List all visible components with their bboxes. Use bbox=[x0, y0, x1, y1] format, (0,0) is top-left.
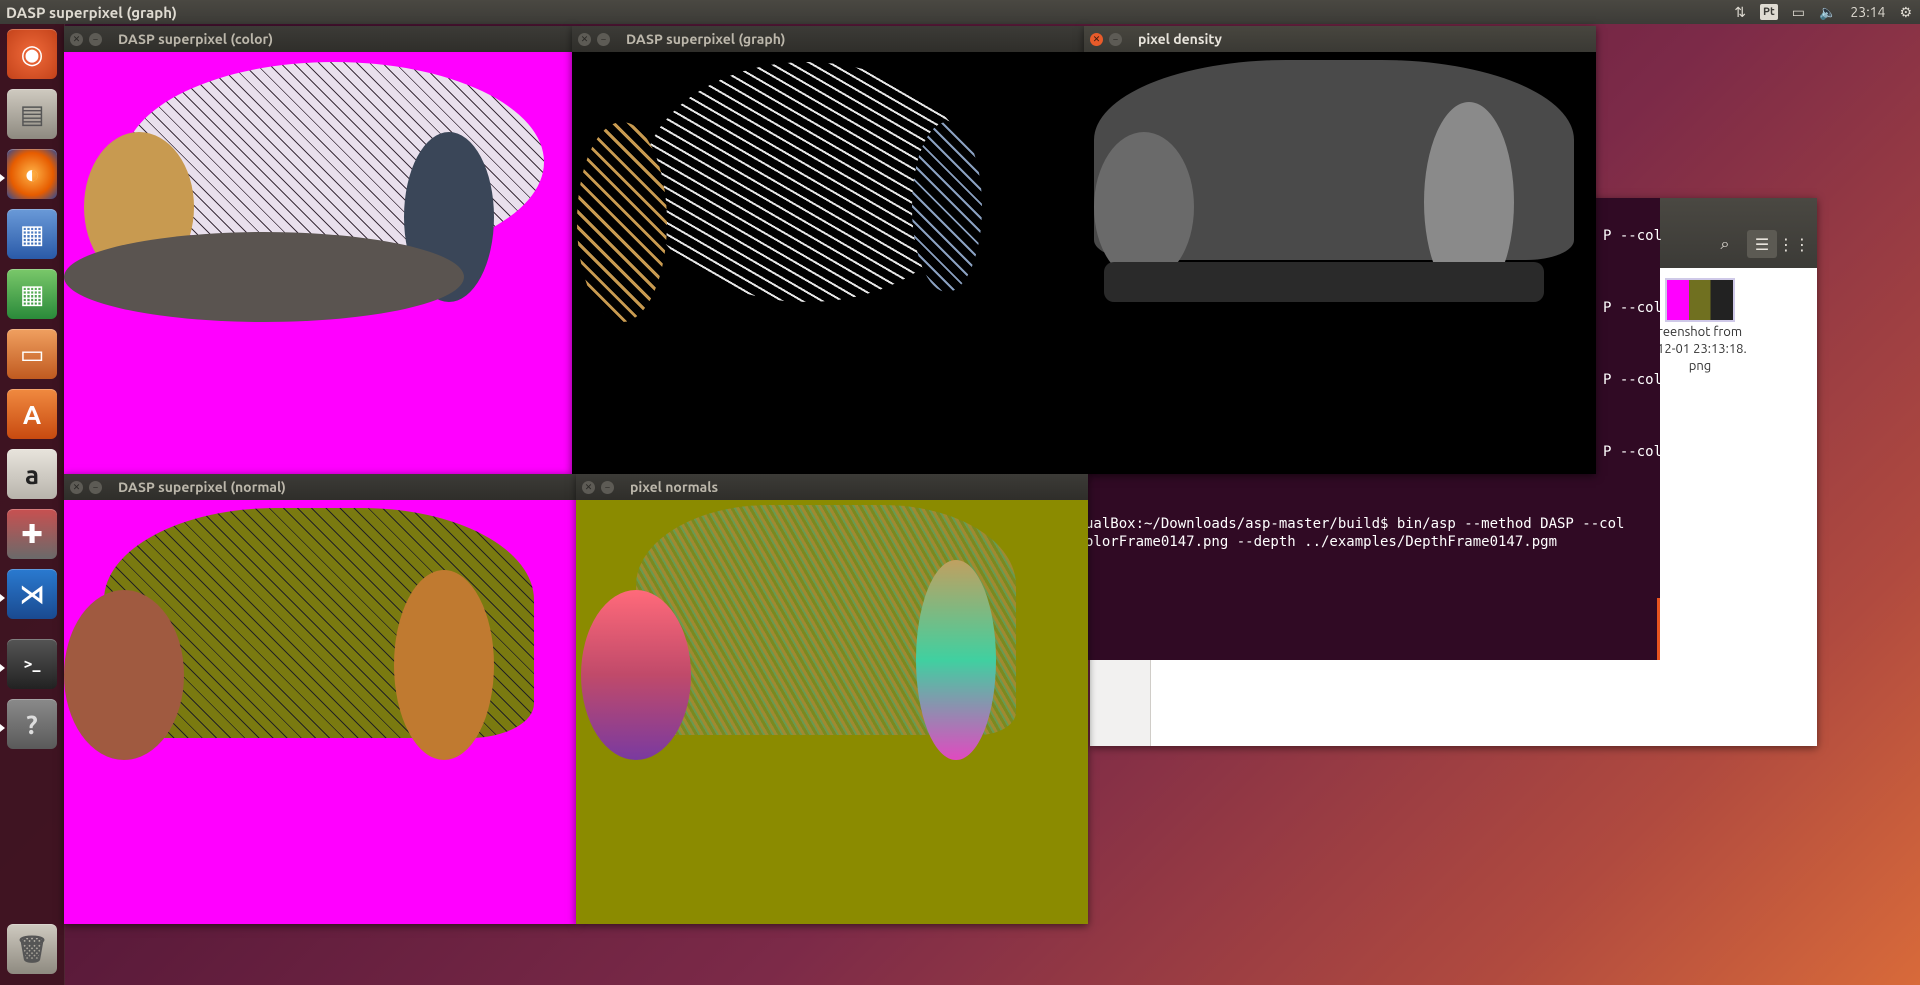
terminal-line: P --col bbox=[1603, 444, 1663, 460]
window-pixel-density[interactable]: ✕ – pixel density bbox=[1084, 26, 1596, 474]
vscode-icon[interactable]: ⋊ bbox=[7, 569, 57, 619]
close-button[interactable]: ✕ bbox=[582, 480, 595, 494]
minimize-button[interactable]: – bbox=[601, 480, 614, 494]
minimize-button[interactable]: – bbox=[597, 32, 610, 46]
terminal-line: P --col bbox=[1603, 372, 1663, 388]
window-superpixel-graph[interactable]: ✕ – DASP superpixel (graph) bbox=[572, 26, 1084, 474]
window-title: DASP superpixel (color) bbox=[118, 31, 274, 47]
software-center-icon[interactable]: A bbox=[7, 389, 57, 439]
terminal-line: ualBox:~/Downloads/asp-master/build$ bin… bbox=[1085, 516, 1625, 532]
terminal-line: P --col bbox=[1603, 228, 1663, 244]
screenshot-thumbnail[interactable] bbox=[1665, 278, 1735, 322]
close-button[interactable]: ✕ bbox=[70, 32, 83, 46]
top-panel: DASP superpixel (graph) ⇅ Pt ▭ 🔈 23:14 ⚙ bbox=[0, 0, 1920, 24]
window-title: DASP superpixel (graph) bbox=[626, 31, 786, 47]
launcher: ◉ ▤ ◐ ▦ ▦ ▭ A a ✚ ⋊ >_ ? 🗑 bbox=[0, 24, 65, 985]
close-button[interactable]: ✕ bbox=[70, 480, 83, 494]
impress-icon[interactable]: ▭ bbox=[7, 329, 57, 379]
running-indicator bbox=[0, 174, 5, 182]
clock[interactable]: 23:14 bbox=[1850, 4, 1885, 20]
active-window-title: DASP superpixel (graph) bbox=[6, 3, 177, 21]
titlebar[interactable]: ✕ – DASP superpixel (normal) bbox=[64, 474, 576, 500]
titlebar[interactable]: ✕ – DASP superpixel (graph) bbox=[572, 26, 1084, 52]
grid-view-button[interactable]: ⋮⋮ bbox=[1778, 230, 1810, 258]
running-indicator bbox=[0, 594, 5, 602]
close-button[interactable]: ✕ bbox=[1090, 32, 1103, 46]
amazon-icon[interactable]: a bbox=[7, 449, 57, 499]
firefox-icon[interactable]: ◐ bbox=[7, 149, 57, 199]
gear-icon[interactable]: ⚙ bbox=[1899, 4, 1912, 21]
minimize-button[interactable]: – bbox=[1109, 32, 1122, 46]
indicator-area: ⇅ Pt ▭ 🔈 23:14 ⚙ bbox=[1734, 4, 1920, 21]
minimize-button[interactable]: – bbox=[89, 480, 102, 494]
superpixel-graph-image bbox=[572, 52, 1084, 474]
superpixel-normal-image bbox=[64, 500, 576, 924]
network-icon[interactable]: ⇅ bbox=[1734, 4, 1746, 21]
terminal-line: olorFrame0147.png --depth ../examples/De… bbox=[1085, 534, 1558, 550]
window-title: pixel density bbox=[1138, 31, 1222, 47]
calc-icon[interactable]: ▦ bbox=[7, 269, 57, 319]
files-icon[interactable]: ▤ bbox=[7, 89, 57, 139]
window-superpixel-normal[interactable]: ✕ – DASP superpixel (normal) bbox=[64, 474, 576, 924]
volume-icon[interactable]: 🔈 bbox=[1819, 4, 1836, 21]
superpixel-color-image bbox=[64, 52, 572, 474]
window-superpixel-color[interactable]: ✕ – DASP superpixel (color) bbox=[64, 26, 572, 474]
running-indicator bbox=[0, 664, 5, 672]
writer-icon[interactable]: ▦ bbox=[7, 209, 57, 259]
running-indicator bbox=[0, 724, 5, 732]
battery-icon[interactable]: ▭ bbox=[1792, 4, 1805, 21]
help-icon[interactable]: ? bbox=[7, 699, 57, 749]
window-title: pixel normals bbox=[630, 479, 719, 495]
pixel-density-image bbox=[1084, 52, 1596, 474]
scrollbar-accent[interactable] bbox=[1657, 598, 1660, 660]
titlebar[interactable]: ✕ – DASP superpixel (color) bbox=[64, 26, 572, 52]
keyboard-layout-indicator[interactable]: Pt bbox=[1760, 4, 1778, 20]
trash-icon[interactable]: 🗑 bbox=[7, 924, 57, 974]
pixel-normals-image bbox=[576, 500, 1088, 924]
titlebar[interactable]: ✕ – pixel normals bbox=[576, 474, 1088, 500]
terminal-icon[interactable]: >_ bbox=[7, 639, 57, 689]
window-pixel-normals[interactable]: ✕ – pixel normals bbox=[576, 474, 1088, 924]
ubuntu-dash-icon[interactable]: ◉ bbox=[7, 29, 57, 79]
close-button[interactable]: ✕ bbox=[578, 32, 591, 46]
window-title: DASP superpixel (normal) bbox=[118, 479, 286, 495]
minimize-button[interactable]: – bbox=[89, 32, 102, 46]
list-view-button[interactable]: ☰ bbox=[1747, 230, 1777, 258]
titlebar[interactable]: ✕ – pixel density bbox=[1084, 26, 1596, 52]
system-settings-icon[interactable]: ✚ bbox=[7, 509, 57, 559]
search-icon[interactable]: ⌕ bbox=[1710, 230, 1740, 258]
terminal-line: P --col bbox=[1603, 300, 1663, 316]
